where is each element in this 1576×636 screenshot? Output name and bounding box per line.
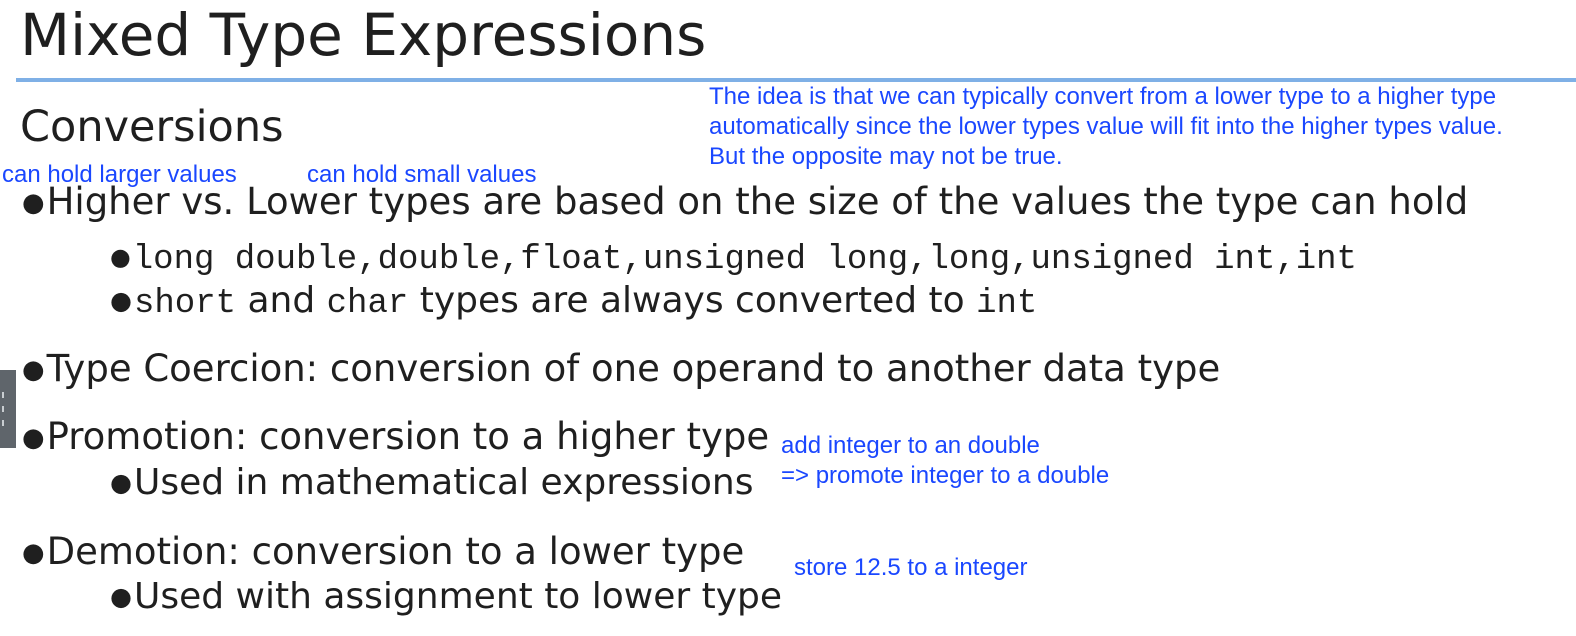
code-int: int (976, 285, 1038, 324)
bullet-type-coercion: ●Type Coercion: conversion of one operan… (22, 347, 1220, 392)
bullet-text: Promotion: conversion to a higher type (46, 415, 770, 458)
bullet-dot: ● (22, 187, 45, 218)
annotation-idea-line-2: automatically since the lower types valu… (709, 113, 1503, 140)
bullet-demotion: ●Demotion: conversion to a lower type (22, 530, 744, 575)
annotation-promote-line-2: => promote integer to a double (781, 462, 1110, 489)
bullet-promotion: ●Promotion: conversion to a higher type (22, 415, 769, 460)
bullet-text: Higher vs. Lower types are based on the … (46, 180, 1469, 223)
type-order-list: long double,double,float,unsigned long,l… (132, 241, 1357, 279)
side-tab-mark (2, 406, 4, 412)
side-panel-tab[interactable] (0, 370, 16, 448)
side-tab-mark (2, 420, 4, 426)
slide-subtitle: Conversions (20, 102, 284, 152)
code-short: short (133, 285, 237, 324)
bullet-text: Used with assignment to lower type (133, 576, 783, 618)
annotation-idea-line-1: The idea is that we can typically conver… (709, 83, 1497, 110)
bullet-dot: ● (22, 537, 45, 568)
code-char: char (326, 285, 409, 324)
bullet-promotion-use: ●Used in mathematical expressions (110, 462, 754, 504)
bullet-demotion-use: ●Used with assignment to lower type (110, 576, 782, 618)
bullet-dot: ● (110, 286, 132, 315)
bullet-dot: ● (22, 354, 45, 385)
bullet-dot: ● (22, 422, 45, 453)
slide-title: Mixed Type Expressions (20, 1, 707, 69)
bullet-higher-vs-lower: ●Higher vs. Lower types are based on the… (22, 180, 1468, 225)
bullet-dot: ● (110, 582, 132, 611)
annotation-demote-note: store 12.5 to a integer (794, 554, 1028, 581)
bullet-text-and: and (236, 280, 327, 322)
bullet-text: Type Coercion: conversion of one operand… (46, 347, 1221, 390)
side-tab-mark (2, 392, 4, 398)
bullet-text-converted: types are always converted to (408, 280, 977, 322)
annotation-promote-line-1: add integer to an double (781, 432, 1040, 459)
annotation-idea-line-3: But the opposite may not be true. (709, 143, 1063, 170)
bullet-text: Used in mathematical expressions (133, 462, 754, 504)
bullet-dot: ● (110, 468, 132, 497)
bullet-text: Demotion: conversion to a lower type (46, 530, 745, 573)
bullet-short-char: ●short and char types are always convert… (110, 280, 1037, 325)
bullet-dot: ● (110, 243, 131, 272)
bullet-type-order: ●long double,double,float,unsigned long,… (110, 236, 1357, 281)
